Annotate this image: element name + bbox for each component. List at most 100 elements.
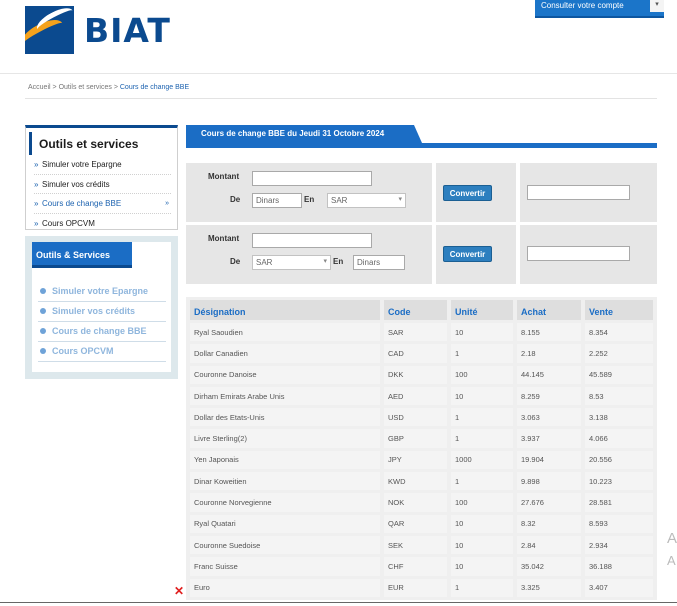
breadcrumb-separator: >: [52, 84, 57, 91]
exchange-rates-table: Désignation Code Unité Achat Vente Ryal …: [186, 297, 657, 600]
sidebar-item-simuler-epargne[interactable]: » Simuler votre Epargne: [34, 155, 171, 175]
amount-input[interactable]: [252, 233, 372, 248]
cell-vente: 28.581: [585, 493, 653, 512]
cell-code: DKK: [384, 365, 447, 384]
result-field[interactable]: [527, 246, 630, 261]
convert-button[interactable]: Convertir: [443, 246, 492, 262]
sidebar-item-label: Simuler vos crédits: [42, 179, 110, 189]
bullet-icon: »: [34, 199, 39, 208]
column-header-unite: Unité: [451, 300, 513, 320]
cell-designation: Ryal Quatari: [190, 514, 380, 533]
result-field[interactable]: [527, 185, 630, 200]
cell-designation: Franc Suisse: [190, 557, 380, 576]
cell-code: CAD: [384, 344, 447, 363]
cell-achat: 2.84: [517, 535, 581, 555]
biat-logo[interactable]: BIAT: [25, 6, 171, 54]
cell-unite: 1: [451, 578, 513, 597]
close-icon[interactable]: ✕: [174, 584, 184, 598]
cell-achat: 3.325: [517, 578, 581, 597]
sidebar-item-cours-change[interactable]: » Cours de change BBE »: [34, 194, 171, 214]
cell-unite: 100: [451, 493, 513, 512]
expand-indicator-icon: »: [165, 200, 169, 207]
services-item-cours-opcvm[interactable]: Cours OPCVM: [38, 342, 166, 362]
from-currency-select[interactable]: SAR ▾: [252, 255, 331, 270]
sidebar-item-simuler-credits[interactable]: » Simuler vos crédits: [34, 175, 171, 194]
bullet-dot-icon: [40, 288, 46, 294]
panel-title-bar: [186, 143, 657, 148]
montant-label: Montant: [208, 234, 240, 243]
cell-vente: 10.223: [585, 472, 653, 491]
bullet-icon: »: [34, 160, 39, 169]
cell-designation: Euro: [190, 578, 380, 597]
breadcrumb-section[interactable]: Outils et services: [59, 84, 112, 91]
to-currency-value: Dinars: [357, 258, 381, 267]
table-row: Couronne Danoise DKK 100 44.145 45.589: [190, 365, 653, 384]
cell-code: CHF: [384, 557, 447, 576]
cell-achat: 44.145: [517, 365, 581, 384]
edge-text: A: [667, 530, 677, 547]
breadcrumb-current: Cours de change BBE: [119, 84, 190, 91]
bullet-icon: »: [34, 218, 39, 228]
cell-achat: 9.898: [517, 472, 581, 491]
to-currency-select[interactable]: SAR ▾: [327, 193, 406, 208]
cell-code: SEK: [384, 535, 447, 555]
sidebar-item-label: Simuler votre Epargne: [42, 160, 122, 169]
column-header-designation: Désignation: [190, 300, 380, 320]
chevron-down-icon[interactable]: ▾: [650, 0, 664, 12]
cell-code: EUR: [384, 578, 447, 597]
cell-unite: 100: [451, 365, 513, 384]
breadcrumb-divider: [25, 98, 657, 99]
cell-code: GBP: [384, 429, 447, 448]
services-item-label: Cours OPCVM: [52, 346, 114, 356]
cell-achat: 3.063: [517, 408, 581, 427]
table-row: Yen Japonais JPY 1000 19.904 20.556: [190, 450, 653, 470]
table-row: Livre Sterling(2) GBP 1 3.937 4.066: [190, 429, 653, 448]
to-currency-field[interactable]: Dinars: [353, 255, 405, 270]
sidebar-item-label: Cours OPCVM: [42, 218, 95, 228]
cell-achat: 35.042: [517, 557, 581, 576]
en-label: En: [304, 195, 315, 204]
consult-account-label: Consulter votre compte: [541, 1, 624, 10]
cell-unite: 10: [451, 535, 513, 555]
cell-code: QAR: [384, 514, 447, 533]
chevron-down-icon: ▾: [323, 258, 327, 265]
from-currency-field[interactable]: Dinars: [252, 193, 302, 208]
cell-code: USD: [384, 408, 447, 427]
cell-achat: 8.32: [517, 514, 581, 533]
cell-vente: 20.556: [585, 450, 653, 470]
cell-designation: Couronne Danoise: [190, 365, 380, 384]
table-row: Euro EUR 1 3.325 3.407: [190, 578, 653, 597]
to-currency-value: SAR: [331, 196, 348, 205]
cell-designation: Yen Japonais: [190, 450, 380, 470]
services-item-simuler-epargne[interactable]: Simuler votre Epargne: [38, 282, 166, 302]
breadcrumb: Accueil > Outils et services > Cours de …: [28, 84, 189, 91]
cell-designation: Ryal Saoudien: [190, 323, 380, 342]
services-item-label: Simuler votre Epargne: [52, 286, 149, 296]
cell-vente: 8.53: [585, 386, 653, 406]
sidebar-item-cours-opcvm[interactable]: » Cours OPCVM: [34, 214, 171, 234]
amount-input[interactable]: [252, 171, 372, 186]
cell-unite: 1: [451, 344, 513, 363]
cell-achat: 8.259: [517, 386, 581, 406]
breadcrumb-home[interactable]: Accueil: [28, 84, 51, 91]
services-box-title: Outils & Services: [32, 242, 132, 268]
consult-account-button[interactable]: Consulter votre compte ▾: [535, 0, 664, 18]
services-item-simuler-credits[interactable]: Simuler vos crédits: [38, 302, 166, 322]
cell-unite: 1000: [451, 450, 513, 470]
convert-button[interactable]: Convertir: [443, 185, 492, 201]
cell-designation: Dollar Canadien: [190, 344, 380, 363]
cell-unite: 1: [451, 429, 513, 448]
cell-code: SAR: [384, 323, 447, 342]
table-row: Franc Suisse CHF 10 35.042 36.188: [190, 557, 653, 576]
services-item-cours-change[interactable]: Cours de change BBE: [38, 322, 166, 342]
cell-achat: 3.937: [517, 429, 581, 448]
cell-designation: Couronne Norvegienne: [190, 493, 380, 512]
cell-designation: Dirham Emirats Arabe Unis: [190, 386, 380, 406]
bullet-dot-icon: [40, 328, 46, 334]
converter-currency-to-dinars: Montant De SAR ▾ En Dinars Convertir: [186, 225, 657, 284]
bullet-icon: »: [34, 179, 39, 189]
converter-dinars-to-currency: Montant De Dinars En SAR ▾ Convertir: [186, 163, 657, 222]
table-row: Ryal Saoudien SAR 10 8.155 8.354: [190, 323, 653, 342]
biat-logo-icon: [25, 6, 74, 54]
cell-designation: Couronne Suedoise: [190, 535, 380, 555]
